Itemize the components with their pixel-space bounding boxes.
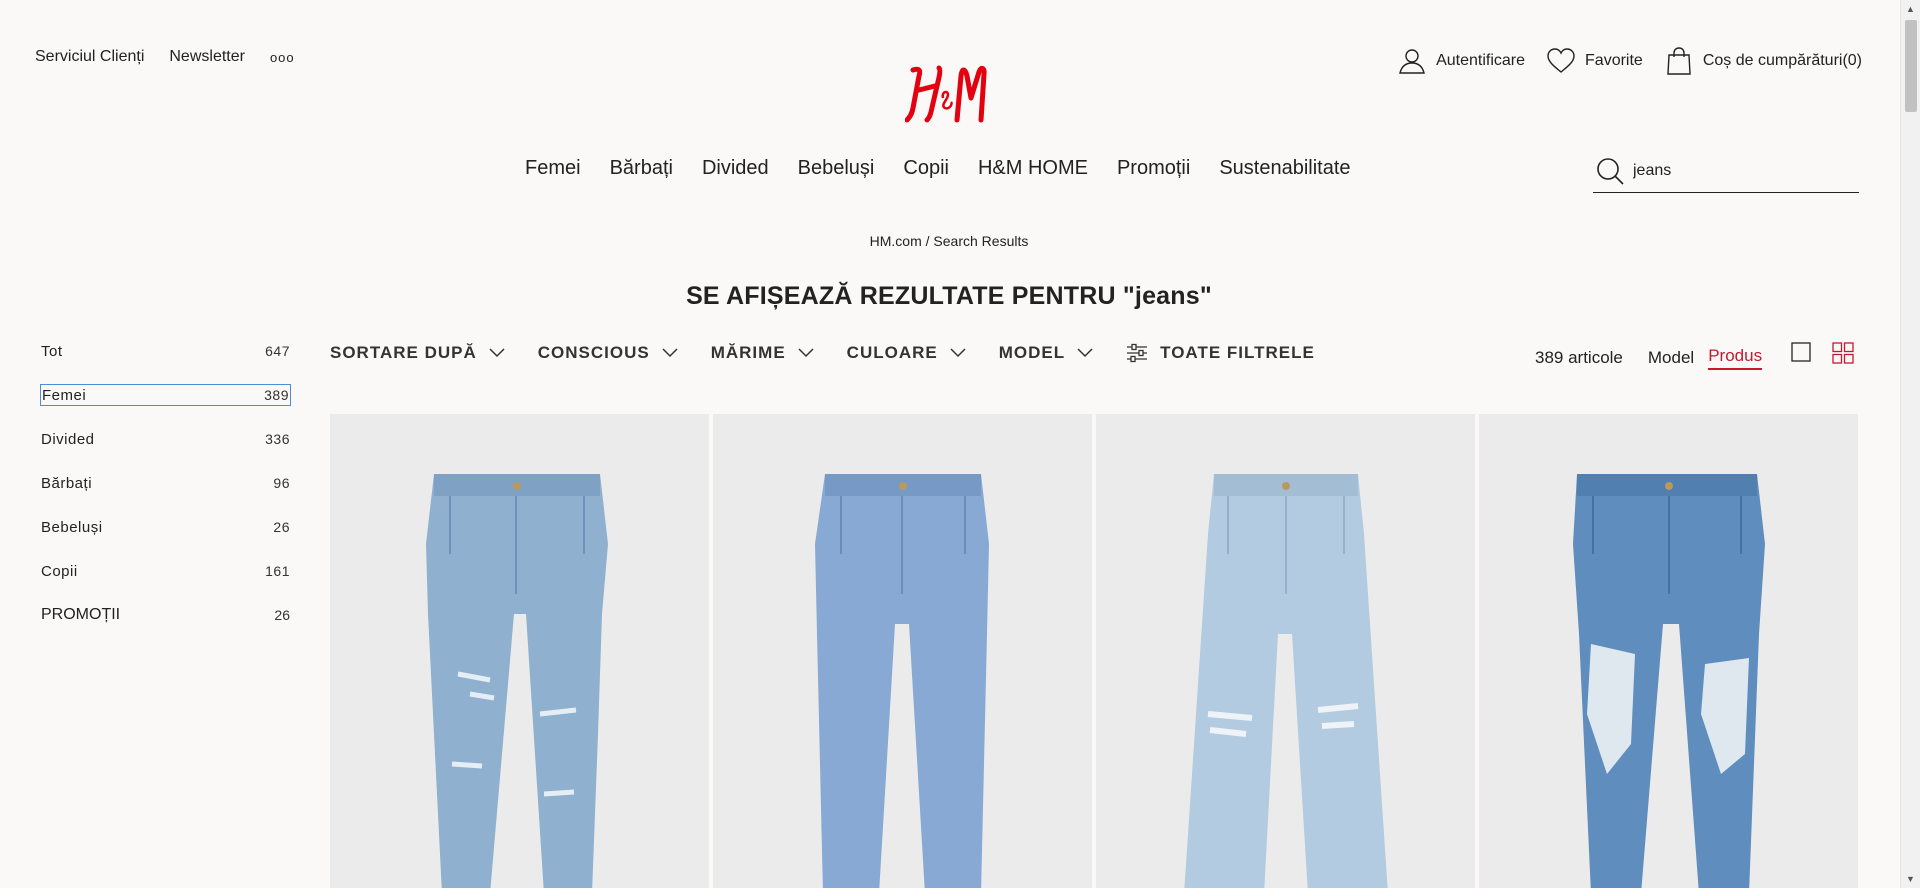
results-count: 389 articole xyxy=(1535,348,1623,367)
favorites-button[interactable]: Favorite xyxy=(1545,45,1643,77)
model-dropdown[interactable]: MODEL xyxy=(999,343,1093,363)
sort-dropdown[interactable]: SORTARE DUPĂ xyxy=(330,343,505,363)
chevron-down-icon xyxy=(662,348,678,358)
newsletter-link[interactable]: Newsletter xyxy=(169,48,245,66)
single-column-view-icon[interactable] xyxy=(1791,342,1811,362)
product-card[interactable] xyxy=(713,414,1092,888)
category-label: Femei xyxy=(42,386,87,404)
product-card[interactable] xyxy=(1096,414,1475,888)
nav-item-femei[interactable]: Femei xyxy=(525,157,581,180)
shopping-bag-icon xyxy=(1667,47,1691,75)
scroll-down-icon[interactable]: ▼ xyxy=(1906,874,1915,884)
view-product-toggle[interactable]: Produs xyxy=(1708,346,1763,370)
sign-in-button[interactable]: Autentificare xyxy=(1396,45,1525,77)
product-grid xyxy=(330,414,1858,888)
category-item-tot[interactable]: Tot 647 xyxy=(40,340,291,362)
nav-item-barbati[interactable]: Bărbați xyxy=(610,157,673,180)
category-label: Divided xyxy=(41,430,95,448)
category-count: 161 xyxy=(265,563,290,579)
category-label: Bărbați xyxy=(41,474,93,492)
chevron-down-icon xyxy=(1077,348,1093,358)
nav-item-hm-home[interactable]: H&M HOME xyxy=(978,157,1088,180)
utility-links: Serviciul Clienți Newsletter ooo xyxy=(35,48,295,66)
conscious-dropdown[interactable]: CONSCIOUS xyxy=(538,343,678,363)
category-item-divided[interactable]: Divided 336 xyxy=(40,428,291,450)
nav-item-sustenabilitate[interactable]: Sustenabilitate xyxy=(1219,157,1350,180)
category-label: Tot xyxy=(41,342,63,360)
category-label: Bebeluși xyxy=(41,518,103,536)
account-bar: Autentificare Favorite Coș de cumpărătur… xyxy=(1396,45,1862,77)
search-input[interactable] xyxy=(1633,162,1833,180)
cart-button[interactable]: Coș de cumpărături(0) xyxy=(1663,45,1862,77)
chevron-down-icon xyxy=(950,348,966,358)
customer-service-link[interactable]: Serviciul Clienți xyxy=(35,48,144,66)
favorites-label: Favorite xyxy=(1585,52,1643,69)
view-model-toggle[interactable]: Model xyxy=(1648,348,1694,368)
category-item-bebelusi[interactable]: Bebeluși 26 xyxy=(40,516,291,538)
nav-item-bebelusi[interactable]: Bebeluși xyxy=(798,157,875,180)
results-meta: 389 articole Model Produs xyxy=(1535,346,1763,370)
category-label: Copii xyxy=(41,562,78,580)
category-item-copii[interactable]: Copii 161 xyxy=(40,560,291,582)
hm-logo-mark xyxy=(904,65,987,123)
chevron-down-icon xyxy=(798,348,814,358)
color-dropdown[interactable]: CULOARE xyxy=(847,343,966,363)
model-label: MODEL xyxy=(998,343,1066,362)
product-card[interactable] xyxy=(1479,414,1858,888)
category-count: 26 xyxy=(274,607,290,623)
chevron-down-icon xyxy=(489,348,505,358)
search-icon[interactable] xyxy=(1595,156,1625,186)
heart-icon xyxy=(1547,48,1575,73)
scrollbar-thumb[interactable] xyxy=(1905,20,1917,112)
category-item-barbati[interactable]: Bărbați 96 xyxy=(40,472,291,494)
nav-item-promotii[interactable]: Promoții xyxy=(1117,157,1190,180)
category-item-femei[interactable]: Femei 389 xyxy=(40,384,291,406)
jeans-image xyxy=(426,474,608,888)
category-sidebar: Tot 647 Femei 389 Divided 336 Bărbați 96… xyxy=(40,340,291,648)
all-filters-label: TOATE FILTRELE xyxy=(1160,343,1315,362)
category-count: 26 xyxy=(273,519,290,535)
user-icon xyxy=(1399,49,1425,74)
color-label: CULOARE xyxy=(846,343,938,362)
page-title: SE AFIȘEAZĂ REZULTATE PENTRU "jeans" xyxy=(686,282,1212,310)
page-scrollbar[interactable]: ▲ ▼ xyxy=(1900,0,1920,888)
cart-label: Coș de cumpărături(0) xyxy=(1702,52,1862,69)
nav-item-copii[interactable]: Copii xyxy=(903,157,949,180)
category-count: 647 xyxy=(265,343,290,359)
all-filters-button[interactable]: TOATE FILTRELE xyxy=(1126,342,1315,364)
category-label: PROMOȚII xyxy=(41,606,121,623)
main-navigation: Femei Bărbați Divided Bebeluși Copii H&M… xyxy=(525,157,1351,180)
scroll-up-icon[interactable]: ▲ xyxy=(1906,4,1915,14)
category-count: 336 xyxy=(265,431,290,447)
search-bar xyxy=(1593,150,1859,193)
grid-view-icon[interactable] xyxy=(1832,342,1854,364)
category-count: 389 xyxy=(264,387,289,403)
jeans-image xyxy=(1184,474,1388,888)
conscious-label: CONSCIOUS xyxy=(537,343,650,362)
hm-logo[interactable] xyxy=(904,62,991,126)
jeans-image xyxy=(1573,474,1765,888)
breadcrumb[interactable]: HM.com / Search Results xyxy=(0,233,1898,249)
category-item-promotii[interactable]: PROMOȚII 26 xyxy=(40,604,291,626)
sliders-icon xyxy=(1127,343,1148,363)
size-label: MĂRIME xyxy=(710,343,786,362)
nav-item-divided[interactable]: Divided xyxy=(702,157,769,180)
filter-bar: SORTARE DUPĂ CONSCIOUS MĂRIME CULOARE MO… xyxy=(330,342,1315,364)
more-menu-icon[interactable]: ooo xyxy=(270,50,295,65)
size-dropdown[interactable]: MĂRIME xyxy=(711,343,814,363)
sign-in-label: Autentificare xyxy=(1436,52,1526,69)
sort-label: SORTARE DUPĂ xyxy=(330,343,477,362)
category-count: 96 xyxy=(273,475,290,491)
jeans-image xyxy=(815,474,989,888)
product-card[interactable] xyxy=(330,414,709,888)
